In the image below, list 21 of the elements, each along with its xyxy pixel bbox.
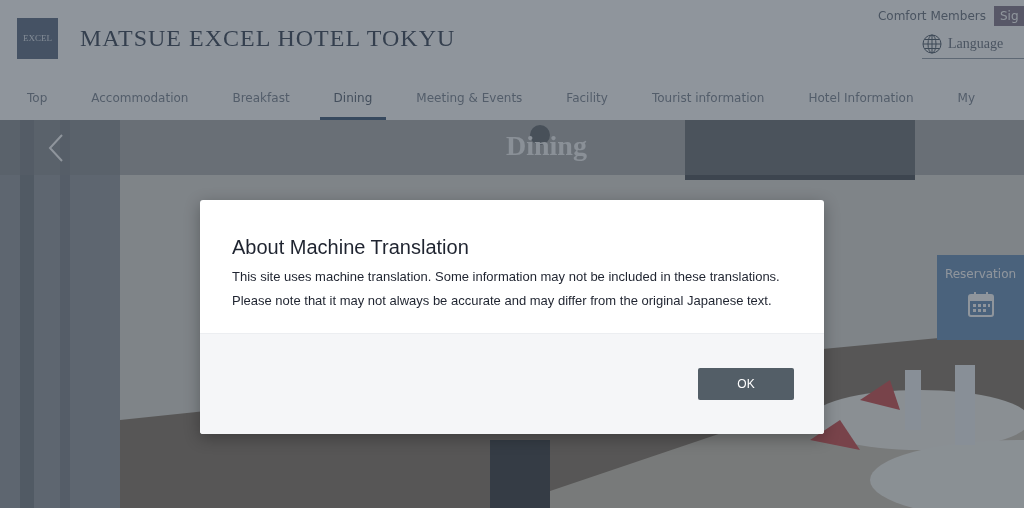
nav-tab[interactable]: Meeting & Events xyxy=(402,76,537,120)
chevron-left-icon[interactable] xyxy=(48,133,64,163)
nav-tab[interactable]: Facility xyxy=(552,76,622,120)
nav-tab[interactable]: Breakfast xyxy=(218,76,304,120)
nav-tab[interactable]: Top xyxy=(27,76,62,120)
page-heading: Dining xyxy=(506,130,587,162)
globe-icon xyxy=(922,34,942,54)
language-selector[interactable]: Language xyxy=(922,34,1024,59)
calendar-icon xyxy=(967,291,994,317)
hotel-logo[interactable]: EXCEL xyxy=(17,17,58,59)
dialog-title: About Machine Translation xyxy=(232,236,470,259)
reservation-tab[interactable]: Reservation xyxy=(937,255,1024,340)
nav-tab[interactable]: Tourist information xyxy=(637,76,779,120)
hotel-name: MATSUE EXCEL HOTEL TOKYU xyxy=(80,24,456,52)
sign-in-button[interactable]: Sig xyxy=(994,6,1024,26)
ok-button[interactable]: OK xyxy=(698,368,794,400)
members-label: Comfort Members xyxy=(877,9,986,23)
nav-tab[interactable]: Hotel Information xyxy=(794,76,928,120)
nav-tab[interactable]: My xyxy=(943,76,989,120)
dialog-message: This site uses machine translation. Some information may not be included in these translations. Please note that it may not always be accurate and may differ from the original Japanese text. xyxy=(232,268,781,310)
nav-tab[interactable]: Accommodation xyxy=(77,76,203,120)
